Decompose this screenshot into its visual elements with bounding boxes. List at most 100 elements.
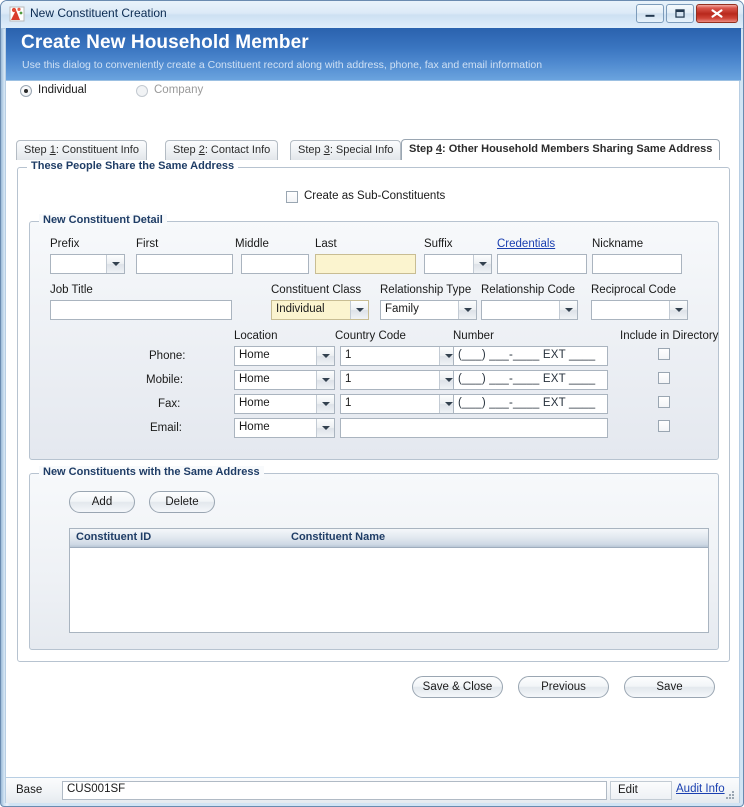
fax-country-code-combo[interactable]: 1	[340, 394, 458, 414]
create-sub-constituents-label: Create as Sub-Constituents	[304, 190, 446, 202]
close-button[interactable]	[696, 4, 738, 23]
tab-step-4[interactable]: Step 4: Other Household Members Sharing …	[401, 139, 721, 160]
label-last: Last	[315, 238, 337, 250]
job-title-input[interactable]	[50, 300, 232, 320]
relationship-type-value: Family	[385, 303, 419, 315]
last-name-input[interactable]	[315, 254, 416, 274]
phone-include-directory-checkbox[interactable]	[658, 348, 670, 360]
suffix-combo[interactable]	[424, 254, 492, 274]
label-middle: Middle	[235, 238, 269, 250]
label-suffix: Suffix	[424, 238, 453, 250]
label-mobile: Mobile:	[146, 374, 184, 386]
nickname-input[interactable]	[592, 254, 682, 274]
title-bar[interactable]: New Constituent Creation	[1, 1, 743, 29]
dialog-client-area: Create New Household Member Use this dia…	[5, 28, 741, 803]
reciprocal-code-combo[interactable]	[591, 300, 688, 320]
create-sub-constituents-box[interactable]	[286, 191, 298, 203]
chevron-down-icon[interactable]	[316, 419, 334, 437]
chevron-down-icon[interactable]	[458, 301, 476, 319]
mobile-country-code-value: 1	[345, 373, 352, 385]
label-constituent-class: Constituent Class	[271, 284, 362, 296]
fax-country-code-value: 1	[345, 397, 352, 409]
chevron-down-icon[interactable]	[316, 395, 334, 413]
entity-type-radio-group: Individual Company	[16, 83, 416, 105]
radio-individual-dot	[20, 85, 32, 97]
fax-location-combo[interactable]: Home	[234, 394, 335, 414]
relationship-type-combo[interactable]: Family	[380, 300, 477, 320]
grid-column-constituent-name[interactable]: Constituent Name	[291, 531, 385, 543]
shared-address-group-title: These People Share the Same Address	[27, 160, 239, 172]
chevron-down-icon[interactable]	[316, 371, 334, 389]
email-include-directory-checkbox[interactable]	[658, 420, 670, 432]
email-location-combo[interactable]: Home	[234, 418, 335, 438]
status-bar: Base CUS001SF Edit Audit Info	[5, 777, 740, 803]
previous-button[interactable]: Previous	[518, 676, 609, 698]
window-title: New Constituent Creation	[30, 6, 167, 20]
chevron-down-icon[interactable]	[473, 255, 491, 273]
chevron-down-icon[interactable]	[559, 301, 577, 319]
email-address-input[interactable]	[340, 418, 608, 438]
add-button[interactable]: Add	[69, 491, 135, 513]
tab-step-1[interactable]: Step 1: Constituent Info	[16, 140, 147, 160]
label-email: Email:	[150, 422, 182, 434]
same-address-constituents-title: New Constituents with the Same Address	[39, 466, 264, 478]
mobile-number-input[interactable]: (___) ___-____ EXT ____	[453, 370, 608, 390]
label-include-in-directory: Include in Directory	[620, 330, 719, 342]
grid-column-constituent-id[interactable]: Constituent ID	[76, 531, 151, 543]
radio-company-label: Company	[154, 84, 204, 96]
constituents-grid[interactable]: Constituent ID Constituent Name	[69, 528, 709, 633]
resize-grip-icon[interactable]	[724, 789, 736, 801]
mobile-include-directory-checkbox[interactable]	[658, 372, 670, 384]
relationship-code-combo[interactable]	[481, 300, 578, 320]
label-relationship-code: Relationship Code	[481, 284, 575, 296]
label-relationship-type: Relationship Type	[380, 284, 472, 296]
middle-name-input[interactable]	[241, 254, 309, 274]
label-credentials[interactable]: Credentials	[497, 238, 555, 250]
fax-include-directory-checkbox[interactable]	[658, 396, 670, 408]
save-and-close-button[interactable]: Save & Close	[412, 676, 503, 698]
phone-location-combo[interactable]: Home	[234, 346, 335, 366]
delete-button[interactable]: Delete	[149, 491, 215, 513]
label-nickname: Nickname	[592, 238, 644, 250]
new-constituent-detail-group: New Constituent Detail Prefix First Midd…	[29, 214, 719, 460]
radio-individual-label: Individual	[38, 84, 87, 96]
mobile-country-code-combo[interactable]: 1	[340, 370, 458, 390]
same-address-constituents-group: New Constituents with the Same Address A…	[29, 466, 719, 650]
maximize-button[interactable]	[666, 4, 694, 23]
chevron-down-icon[interactable]	[669, 301, 687, 319]
minimize-button[interactable]	[636, 4, 664, 23]
grid-header-row: Constituent ID Constituent Name	[70, 529, 708, 548]
chevron-down-icon[interactable]	[350, 301, 368, 319]
phone-country-code-combo[interactable]: 1	[340, 346, 458, 366]
phone-country-code-value: 1	[345, 349, 352, 361]
constituent-class-combo[interactable]: Individual	[271, 300, 369, 320]
label-fax: Fax:	[158, 398, 181, 410]
save-button[interactable]: Save	[624, 676, 715, 698]
page-title: Create New Household Member	[21, 32, 309, 53]
credentials-input[interactable]	[497, 254, 587, 274]
status-base-value[interactable]: CUS001SF	[62, 781, 607, 800]
status-base-label: Base	[16, 784, 43, 796]
app-icon	[9, 6, 25, 22]
phone-location-value: Home	[239, 349, 270, 361]
chevron-down-icon[interactable]	[106, 255, 124, 273]
first-name-input[interactable]	[136, 254, 233, 274]
audit-info-link[interactable]: Audit Info	[676, 783, 725, 795]
dialog-action-buttons: Save & Close Previous Save	[6, 676, 741, 706]
tab-step-2[interactable]: Step 2: Contact Info	[165, 140, 279, 160]
label-job-title: Job Title	[50, 284, 93, 296]
shared-address-group: These People Share the Same Address Crea…	[17, 160, 730, 662]
page-subtitle: Use this dialog to conveniently create a…	[22, 59, 543, 71]
mobile-location-combo[interactable]: Home	[234, 370, 335, 390]
mobile-location-value: Home	[239, 373, 270, 385]
chevron-down-icon[interactable]	[316, 347, 334, 365]
prefix-combo[interactable]	[50, 254, 125, 274]
tab-step-3[interactable]: Step 3: Special Info	[290, 140, 402, 160]
fax-number-input[interactable]: (___) ___-____ EXT ____	[453, 394, 608, 414]
phone-number-input[interactable]: (___) ___-____ EXT ____	[453, 346, 608, 366]
step-tabs: Step 1: Constituent Info Step 2: Contact…	[16, 139, 732, 160]
status-edit-panel[interactable]: Edit	[610, 781, 672, 800]
label-location: Location	[234, 330, 278, 342]
new-constituent-detail-title: New Constituent Detail	[39, 214, 167, 226]
constituent-class-value: Individual	[276, 303, 325, 315]
